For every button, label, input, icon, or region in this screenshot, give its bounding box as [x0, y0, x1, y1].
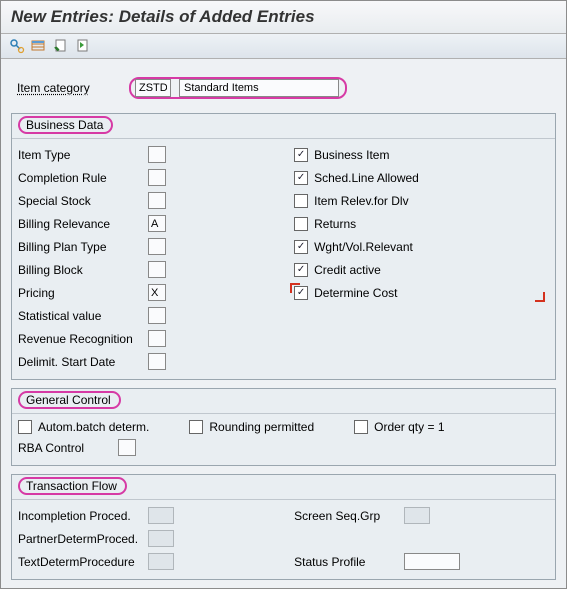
- transaction-flow-header: Transaction Flow: [12, 475, 555, 500]
- order-qty-label: Order qty = 1: [374, 420, 444, 434]
- determine-cost-checkbox[interactable]: ✓: [294, 286, 308, 300]
- next-entry-icon[interactable]: [75, 38, 91, 54]
- credit-active-checkbox[interactable]: ✓: [294, 263, 308, 277]
- rba-control-input[interactable]: [118, 439, 136, 456]
- transaction-flow-group: Transaction Flow Incompletion Proced. Pa…: [11, 474, 556, 580]
- item-category-highlight: [129, 77, 347, 99]
- completion-rule-label: Completion Rule: [18, 171, 148, 185]
- billing-relevance-label: Billing Relevance: [18, 217, 148, 231]
- item-category-row: Item category: [13, 77, 554, 99]
- rba-control-label: RBA Control: [18, 441, 118, 455]
- item-type-label: Item Type: [18, 148, 148, 162]
- pricing-input[interactable]: [148, 284, 166, 301]
- item-category-label: Item category: [13, 81, 121, 95]
- partner-determ-label: PartnerDetermProced.: [18, 532, 148, 546]
- incompletion-proced-input[interactable]: [148, 507, 174, 524]
- screen-seq-label: Screen Seq.Grp: [294, 509, 404, 523]
- new-entry-icon[interactable]: [53, 38, 69, 54]
- content-area: Item category Business Data Item Type Co…: [1, 59, 566, 588]
- general-control-header-label: General Control: [18, 391, 121, 409]
- incompletion-proced-label: Incompletion Proced.: [18, 509, 148, 523]
- business-data-group: Business Data Item Type Completion Rule …: [11, 113, 556, 380]
- autom-batch-label: Autom.batch determ.: [38, 420, 149, 434]
- general-control-group: General Control Autom.batch determ. Roun…: [11, 388, 556, 466]
- sched-line-label: Sched.Line Allowed: [314, 171, 419, 185]
- transaction-flow-header-label: Transaction Flow: [18, 477, 127, 495]
- wght-vol-label: Wght/Vol.Relevant: [314, 240, 413, 254]
- special-stock-input[interactable]: [148, 192, 166, 209]
- business-item-label: Business Item: [314, 148, 389, 162]
- sap-window: New Entries: Details of Added Entries It…: [0, 0, 567, 589]
- statistical-value-input[interactable]: [148, 307, 166, 324]
- business-data-header-label: Business Data: [18, 116, 113, 134]
- completion-rule-input[interactable]: [148, 169, 166, 186]
- revenue-recognition-label: Revenue Recognition: [18, 332, 148, 346]
- item-relev-label: Item Relev.for Dlv: [314, 194, 408, 208]
- returns-checkbox[interactable]: [294, 217, 308, 231]
- general-control-header: General Control: [12, 389, 555, 414]
- change-icon[interactable]: [9, 38, 25, 54]
- item-category-code-input[interactable]: [135, 79, 171, 97]
- billing-plan-type-label: Billing Plan Type: [18, 240, 148, 254]
- table-view-icon[interactable]: [31, 38, 47, 54]
- billing-block-input[interactable]: [148, 261, 166, 278]
- partner-determ-input[interactable]: [148, 530, 174, 547]
- special-stock-label: Special Stock: [18, 194, 148, 208]
- sched-line-checkbox[interactable]: ✓: [294, 171, 308, 185]
- delimit-start-date-input[interactable]: [148, 353, 166, 370]
- revenue-recognition-input[interactable]: [148, 330, 166, 347]
- credit-active-label: Credit active: [314, 263, 381, 277]
- pricing-label: Pricing: [18, 286, 148, 300]
- wght-vol-checkbox[interactable]: ✓: [294, 240, 308, 254]
- statistical-value-label: Statistical value: [18, 309, 148, 323]
- rounding-label: Rounding permitted: [209, 420, 314, 434]
- toolbar: [1, 34, 566, 59]
- delimit-start-date-label: Delimit. Start Date: [18, 355, 148, 369]
- screen-seq-input[interactable]: [404, 507, 430, 524]
- business-item-checkbox[interactable]: ✓: [294, 148, 308, 162]
- returns-label: Returns: [314, 217, 356, 231]
- item-relev-checkbox[interactable]: [294, 194, 308, 208]
- determine-cost-highlight: ✓ Determine Cost: [294, 281, 549, 304]
- rounding-checkbox[interactable]: [189, 420, 203, 434]
- item-category-desc-input[interactable]: [179, 79, 339, 97]
- determine-cost-label: Determine Cost: [314, 286, 397, 300]
- titlebar: New Entries: Details of Added Entries: [1, 1, 566, 34]
- business-data-header: Business Data: [12, 114, 555, 139]
- billing-relevance-input[interactable]: [148, 215, 166, 232]
- autom-batch-checkbox[interactable]: [18, 420, 32, 434]
- billing-block-label: Billing Block: [18, 263, 148, 277]
- item-type-input[interactable]: [148, 146, 166, 163]
- page-title: New Entries: Details of Added Entries: [11, 7, 556, 27]
- billing-plan-type-input[interactable]: [148, 238, 166, 255]
- order-qty-checkbox[interactable]: [354, 420, 368, 434]
